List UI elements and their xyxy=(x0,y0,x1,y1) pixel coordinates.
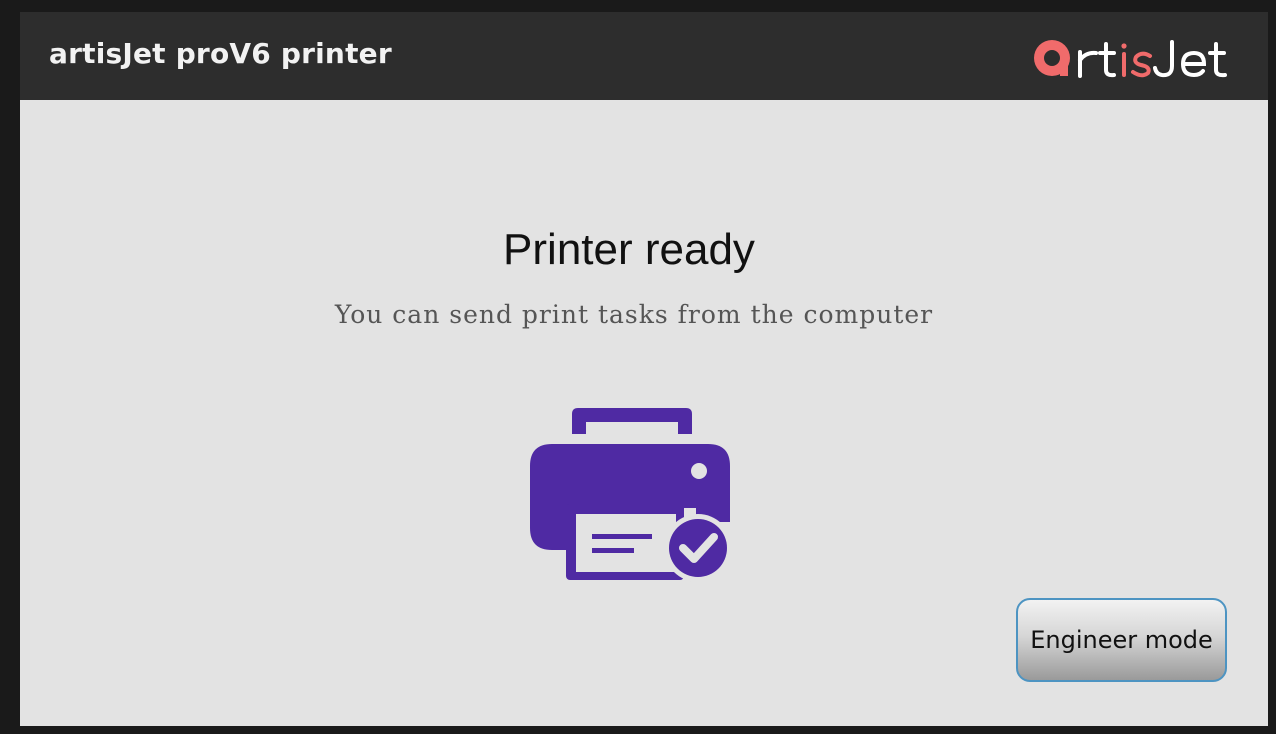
header-bar: artisJet proV6 printer xyxy=(20,12,1268,100)
status-subtitle: You can send print tasks from the comput… xyxy=(334,300,934,329)
brand-logo xyxy=(1030,38,1240,78)
status-title: Printer ready xyxy=(503,225,755,274)
main-panel: artisJet proV6 printer Printer ready You… xyxy=(20,12,1268,726)
device-screen: artisJet proV6 printer Printer ready You… xyxy=(0,0,1276,734)
engineer-mode-button[interactable]: Engineer mode xyxy=(1016,598,1227,682)
printer-check-icon xyxy=(526,404,732,582)
device-title: artisJet proV6 printer xyxy=(49,37,392,70)
